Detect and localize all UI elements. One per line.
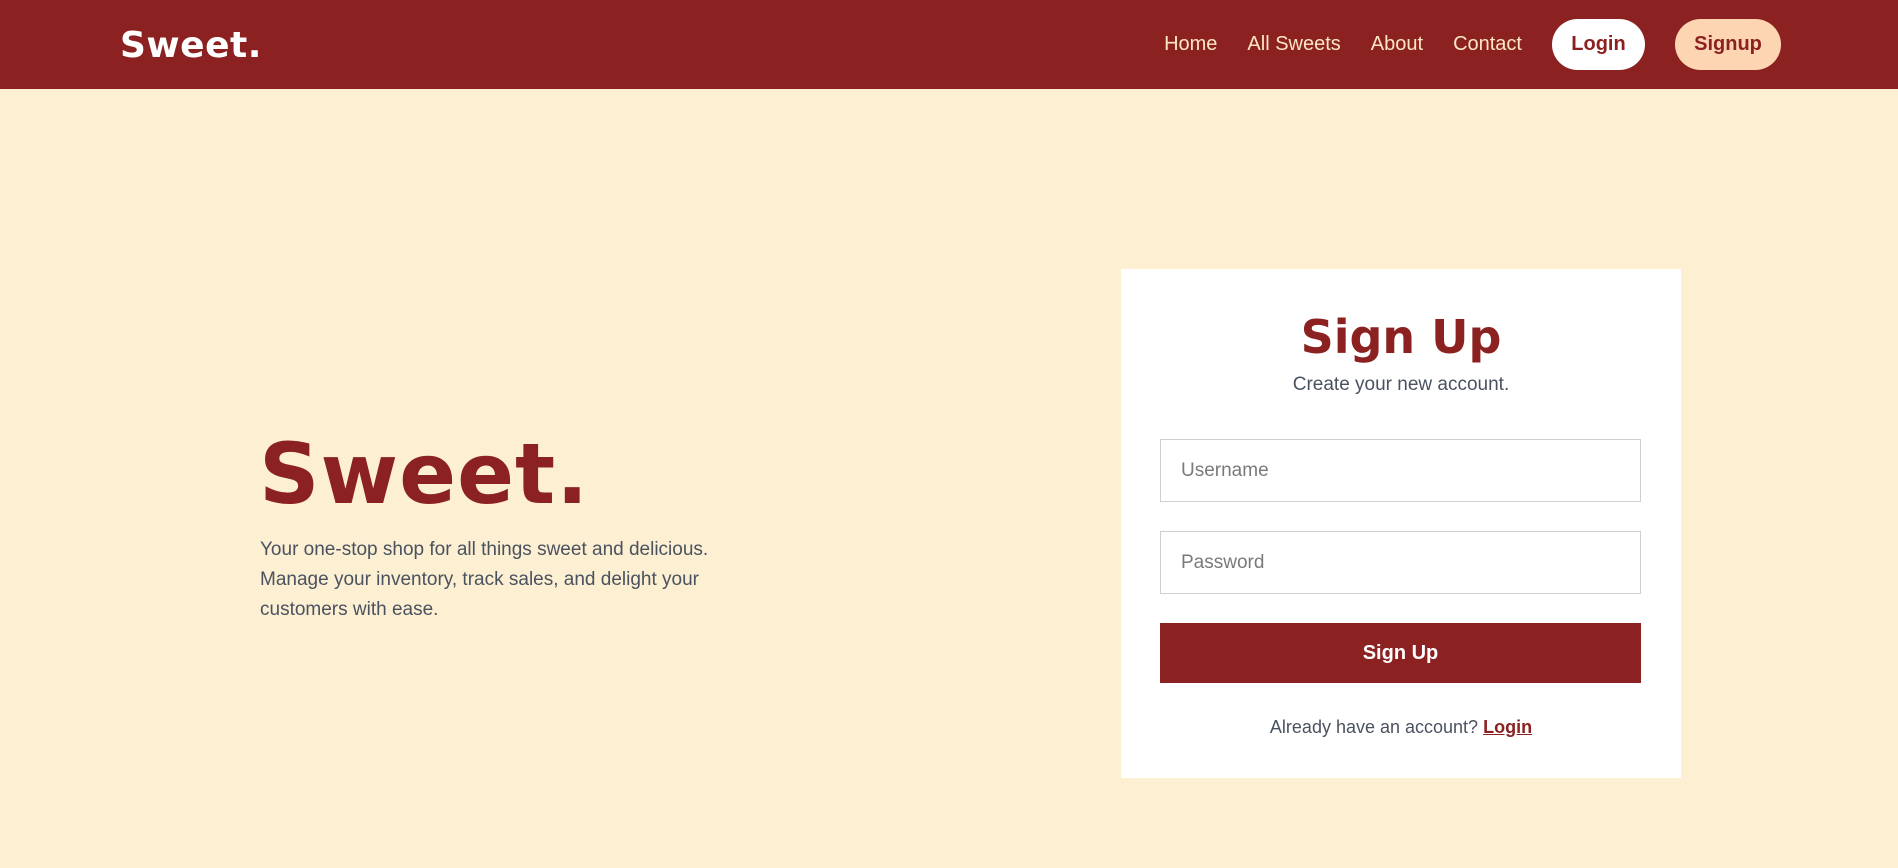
login-link[interactable]: Login (1483, 717, 1532, 737)
signup-button[interactable]: Signup (1675, 19, 1781, 70)
login-prompt: Already have an account? Login (1121, 715, 1681, 739)
login-prompt-text: Already have an account? (1269, 717, 1479, 737)
nav-link-home[interactable]: Home (1164, 19, 1217, 70)
password-input[interactable] (1160, 531, 1641, 594)
signup-subtitle: Create your new account. (1292, 374, 1510, 395)
hero-title: Sweet. (259, 425, 590, 523)
signup-card: Sign Up Create your new account. Sign Up… (1121, 269, 1681, 778)
signup-title: Sign Up (1300, 310, 1502, 364)
login-button[interactable]: Login (1552, 19, 1645, 70)
brand-logo[interactable]: Sweet. (120, 22, 262, 70)
signup-submit-button[interactable]: Sign Up (1160, 623, 1641, 683)
nav-links: Home All Sweets About Contact Login Sign… (1164, 19, 1781, 70)
nav-link-all-sweets[interactable]: All Sweets (1247, 19, 1340, 70)
navbar: Sweet. Home All Sweets About Contact Log… (0, 0, 1898, 89)
username-input[interactable] (1160, 439, 1641, 502)
hero-description: Your one-stop shop for all things sweet … (260, 539, 709, 620)
nav-link-contact[interactable]: Contact (1453, 19, 1522, 70)
nav-link-about[interactable]: About (1371, 19, 1423, 70)
